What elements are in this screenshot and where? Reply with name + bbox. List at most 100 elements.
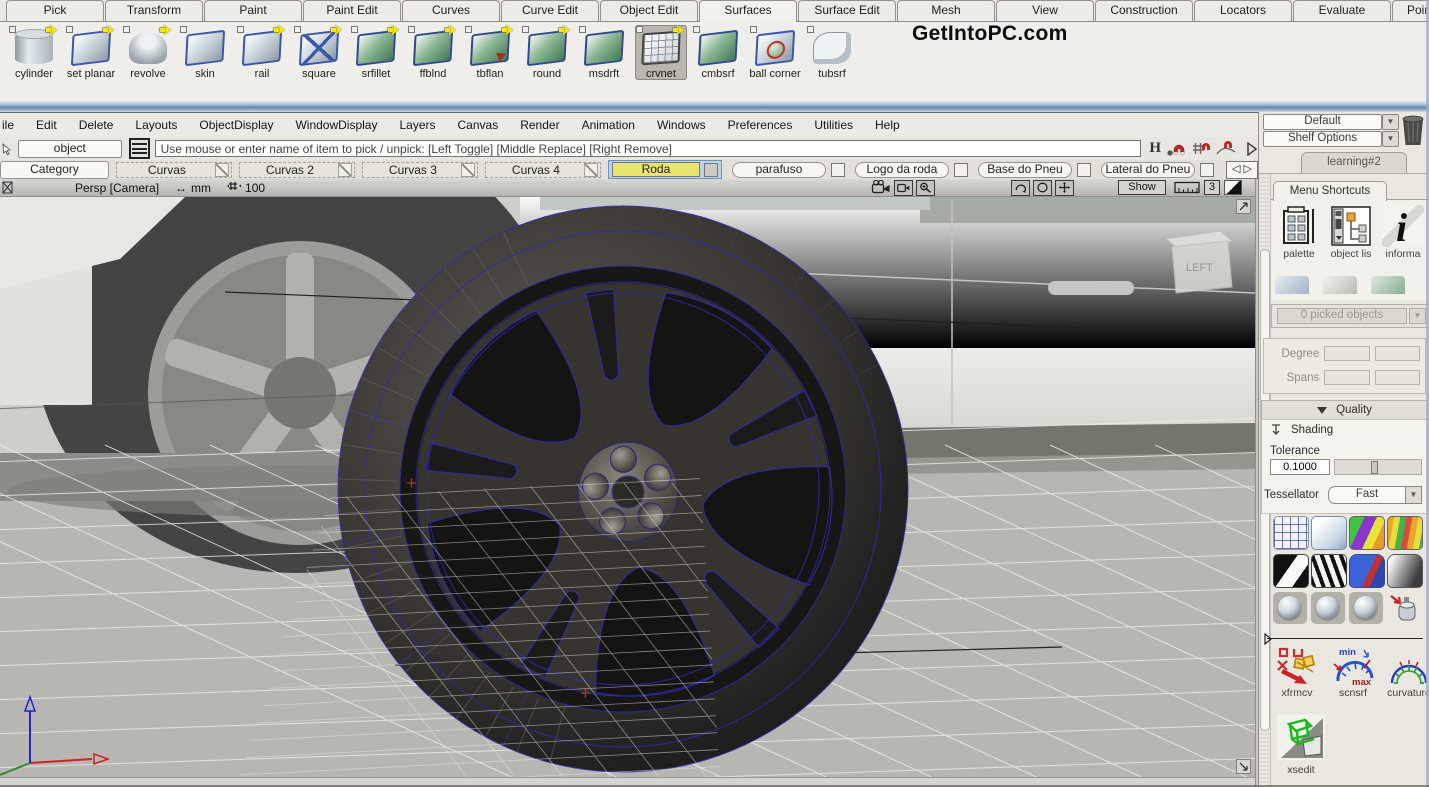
track-pan-icon[interactable] bbox=[1055, 180, 1074, 196]
ruler-icon[interactable] bbox=[1174, 181, 1200, 195]
layer-checkbox[interactable] bbox=[831, 163, 845, 177]
shelf-tab-locators[interactable]: Locators bbox=[1194, 0, 1292, 21]
shelf-tab-curves[interactable]: Curves bbox=[402, 0, 500, 21]
layer-tab-curvas-3[interactable]: Curvas 3 bbox=[362, 162, 478, 178]
scene-svg[interactable]: LEFT bbox=[0, 197, 1255, 777]
layer-tab-base-do-pneu[interactable]: Base do Pneu bbox=[978, 162, 1091, 178]
menu-ile[interactable]: ile bbox=[0, 118, 25, 132]
layer-scroll-arrows[interactable]: ◁ ▷ bbox=[1226, 161, 1258, 179]
menu-windowdisplay[interactable]: WindowDisplay bbox=[284, 118, 388, 132]
layer-pill[interactable]: parafuso bbox=[732, 162, 826, 178]
next-tool-arrow-icon[interactable] bbox=[506, 25, 518, 35]
menu-help[interactable]: Help bbox=[864, 118, 911, 132]
shelf-tab-object-edit[interactable]: Object Edit bbox=[600, 0, 698, 21]
next-tool-arrow-icon[interactable] bbox=[278, 25, 290, 35]
quality-section-header[interactable]: Quality bbox=[1261, 400, 1428, 420]
next-tool-arrow-icon[interactable] bbox=[677, 25, 689, 35]
tool-ffblnd[interactable]: ffblnd bbox=[407, 25, 459, 80]
next-tool-arrow-icon[interactable] bbox=[335, 25, 347, 35]
shelf-tab-surface-edit[interactable]: Surface Edit bbox=[798, 0, 896, 21]
tumble-icon[interactable] bbox=[1011, 180, 1030, 196]
layer-pill[interactable]: Logo da roda bbox=[855, 162, 949, 178]
tool-crvnet[interactable]: crvnet bbox=[635, 25, 687, 80]
show-menu-button[interactable]: Show bbox=[1118, 180, 1166, 195]
view-cube[interactable]: LEFT bbox=[1166, 231, 1232, 293]
shading-mode-wireframe[interactable] bbox=[1273, 516, 1309, 550]
shelf-options-selector[interactable]: Shelf Options bbox=[1263, 131, 1382, 147]
shading-mode-shaded-white[interactable] bbox=[1311, 516, 1347, 550]
tolerance-input[interactable] bbox=[1270, 459, 1330, 475]
shading-mode-ball-matte[interactable] bbox=[1273, 592, 1307, 624]
camera-icon[interactable] bbox=[871, 180, 891, 194]
tool-msdrft[interactable]: msdrft bbox=[578, 25, 630, 80]
menu-canvas[interactable]: Canvas bbox=[447, 118, 510, 132]
shelf-tab-point-clouds[interactable]: Point Clouds bbox=[1392, 0, 1429, 21]
tessellator-selector[interactable]: Fast bbox=[1328, 486, 1406, 504]
tool-srfillet[interactable]: srfillet bbox=[350, 25, 402, 80]
shelf-tab-construction[interactable]: Construction bbox=[1095, 0, 1193, 21]
menu-preferences[interactable]: Preferences bbox=[717, 118, 804, 132]
viewport-resize-corner-bottom[interactable] bbox=[1236, 759, 1251, 774]
next-tool-arrow-icon[interactable] bbox=[107, 25, 119, 35]
menu-render[interactable]: Render bbox=[509, 118, 570, 132]
layer-checkbox[interactable] bbox=[1077, 163, 1091, 177]
tool-skin[interactable]: skin bbox=[179, 25, 231, 80]
shading-mode-zebra[interactable] bbox=[1311, 554, 1347, 588]
shading-section-header[interactable]: Shading bbox=[1262, 420, 1427, 436]
tolerance-slider-thumb[interactable] bbox=[1371, 461, 1378, 474]
tool-ball-corner[interactable]: ball corner bbox=[749, 25, 801, 80]
tool-xsedit[interactable]: xsedit bbox=[1273, 714, 1329, 776]
layer-draw-toggle-icon[interactable] bbox=[338, 163, 352, 177]
viewport-title-bar[interactable]: Persp [Camera] ↔ mm 100 bbox=[0, 179, 1255, 197]
degree-field-1[interactable] bbox=[1324, 346, 1369, 361]
menu-layers[interactable]: Layers bbox=[388, 118, 446, 132]
layer-category-button[interactable]: Category bbox=[0, 161, 109, 179]
clipped-tool-icon[interactable] bbox=[1275, 276, 1309, 294]
layer-pill[interactable]: Lateral do Pneu bbox=[1101, 162, 1195, 178]
layer-tab-curvas-4[interactable]: Curvas 4 bbox=[485, 162, 601, 178]
look-at-icon[interactable] bbox=[1033, 180, 1052, 196]
menu-animation[interactable]: Animation bbox=[571, 118, 646, 132]
tool-revolve[interactable]: revolve bbox=[122, 25, 174, 80]
shade-toggle-icon[interactable] bbox=[1224, 180, 1242, 195]
shelf-tab-view[interactable]: View bbox=[996, 0, 1094, 21]
viewport-resize-corner-top[interactable] bbox=[1236, 199, 1251, 214]
picked-objects-dropdown-icon[interactable]: ▼ bbox=[1409, 308, 1426, 324]
pick-scope-selector[interactable]: object bbox=[18, 140, 122, 158]
shelf-tab-paint[interactable]: Paint bbox=[204, 0, 302, 21]
tolerance-slider[interactable] bbox=[1334, 459, 1422, 475]
tool-tbflan[interactable]: tbflan bbox=[464, 25, 516, 80]
menu-windows[interactable]: Windows bbox=[646, 118, 717, 132]
menu-utilities[interactable]: Utilities bbox=[803, 118, 864, 132]
layer-tab-curvas-2[interactable]: Curvas 2 bbox=[239, 162, 355, 178]
layer-tab-lateral-do-pneu[interactable]: Lateral do Pneu bbox=[1101, 162, 1214, 178]
tool-square[interactable]: square bbox=[293, 25, 345, 80]
layer-tab-logo-da-roda[interactable]: Logo da roda bbox=[855, 162, 968, 178]
shelf-tab-curve-edit[interactable]: Curve Edit bbox=[501, 0, 599, 21]
shading-mode-blue-red-stripe[interactable] bbox=[1349, 554, 1385, 588]
zoom-icon[interactable] bbox=[916, 180, 935, 196]
shading-mode-shaded-stripes[interactable] bbox=[1387, 516, 1423, 550]
snap-to-point-icon[interactable] bbox=[1166, 141, 1186, 157]
menu-objectdisplay[interactable]: ObjectDisplay bbox=[188, 118, 284, 132]
shelf-options-dropdown-icon[interactable]: ▼ bbox=[1382, 131, 1399, 147]
tool-object-list[interactable]: object lis bbox=[1327, 205, 1375, 260]
tool-set-planar[interactable]: set planar bbox=[65, 25, 117, 80]
layer-draw-toggle-icon[interactable] bbox=[584, 163, 598, 177]
shading-mode-metal[interactable] bbox=[1387, 554, 1423, 588]
shelf-tab-surfaces[interactable]: Surfaces bbox=[699, 0, 797, 22]
shelf-preset-selector[interactable]: Default bbox=[1263, 114, 1382, 130]
next-tool-arrow-icon[interactable] bbox=[50, 25, 62, 35]
viewport-window-icon[interactable] bbox=[2, 181, 13, 194]
picked-objects-selector[interactable]: 0 picked objects bbox=[1277, 308, 1407, 324]
layer-pill[interactable]: Base do Pneu bbox=[978, 162, 1072, 178]
shelf-tab-transform[interactable]: Transform bbox=[105, 0, 203, 21]
tool-curvature[interactable]: curvature bbox=[1385, 646, 1429, 699]
shelf-tab-evaluate[interactable]: Evaluate bbox=[1293, 0, 1391, 21]
prompt-history-list-button[interactable] bbox=[129, 138, 150, 159]
tool-scnsrf[interactable]: min max scnsrf bbox=[1329, 646, 1377, 699]
layer-tab-curvas[interactable]: Curvas bbox=[116, 162, 232, 178]
selected-layer-checkbox[interactable] bbox=[704, 163, 718, 177]
spans-field-2[interactable] bbox=[1375, 370, 1420, 385]
shelf-tab-mesh[interactable]: Mesh bbox=[897, 0, 995, 21]
